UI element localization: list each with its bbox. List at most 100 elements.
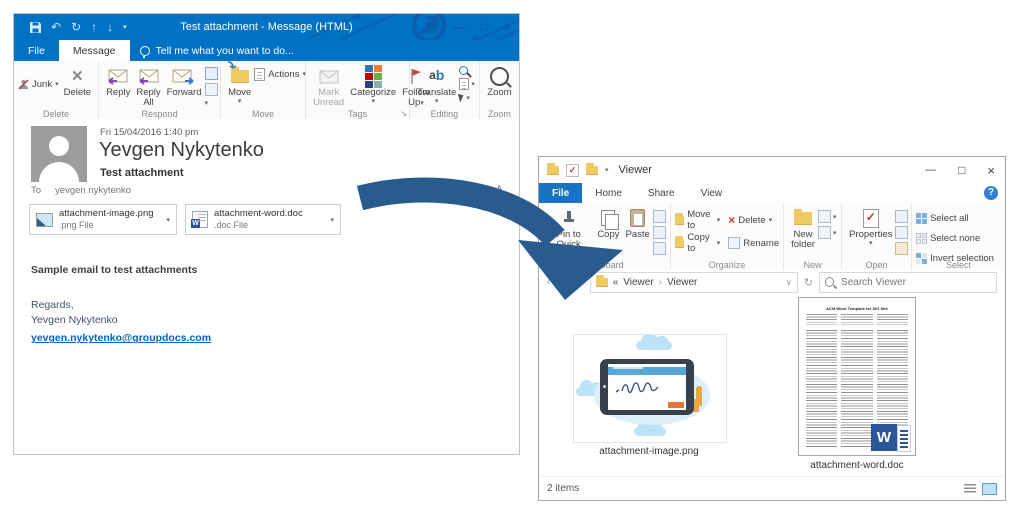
search-box[interactable] — [819, 272, 997, 293]
related-icon[interactable] — [459, 78, 469, 90]
search-input[interactable] — [839, 276, 991, 289]
tab-home[interactable]: Home — [582, 183, 635, 203]
signature-email-link[interactable]: yevgen.nykytenko@groupdocs.com — [31, 332, 211, 344]
minimize-icon[interactable]: — — [453, 20, 465, 34]
translate-button[interactable]: ab Translate ▾ — [414, 65, 459, 106]
reply-all-button[interactable]: Reply All — [133, 65, 163, 109]
address-dropdown-icon[interactable]: ∨ — [786, 278, 792, 287]
tab-message[interactable]: Message — [59, 40, 130, 61]
paste-button[interactable]: Paste — [623, 207, 653, 240]
file-item-image-thumbnail[interactable] — [573, 334, 727, 443]
categorize-caret-icon: ▾ — [371, 98, 375, 106]
zoom-button[interactable]: Zoom — [484, 65, 514, 98]
tell-me-box[interactable]: Tell me what you want to do... — [140, 40, 294, 61]
message-sender[interactable]: Yevgen Nykytenko — [99, 139, 264, 162]
breadcrumb-current[interactable]: Viewer — [667, 277, 697, 288]
easy-access-icon[interactable] — [818, 226, 831, 239]
ribbon-display-options-icon[interactable]: ▤ — [425, 20, 436, 34]
move-button[interactable]: Move ▾ — [225, 65, 254, 106]
move-to-button[interactable]: Move to ▾ — [675, 213, 720, 227]
meeting-icon[interactable] — [205, 67, 218, 80]
paste-shortcut-icon[interactable] — [653, 242, 666, 255]
file-item-word-thumbnail[interactable]: ACM Word Template for SIG Site W — [798, 297, 916, 456]
tab-view[interactable]: View — [688, 183, 736, 203]
minimize-icon[interactable]: — — [925, 164, 936, 176]
move-arrow-icon — [227, 61, 237, 71]
edit-icon[interactable] — [895, 226, 908, 239]
details-view-icon[interactable] — [964, 484, 976, 494]
qat-customize-icon[interactable]: ▾ — [605, 166, 609, 174]
up-icon[interactable]: ↑ — [578, 276, 584, 288]
move-label: Move — [228, 88, 251, 98]
move-to-icon — [675, 216, 684, 225]
file-name-word[interactable]: attachment-word.doc — [783, 460, 931, 471]
forward-icon[interactable]: › — [557, 276, 561, 288]
attachment-chip-word[interactable]: attachment-word.doc .doc File ▾ — [185, 204, 341, 235]
rename-label: Rename — [743, 238, 779, 249]
new-folder-button[interactable]: New folder — [788, 207, 818, 251]
file-name-image[interactable]: attachment-image.png — [555, 446, 743, 457]
collapse-header-chevron-icon[interactable]: ∧ — [496, 183, 503, 194]
close-icon[interactable]: × — [987, 163, 995, 178]
select-pointer-icon[interactable] — [458, 93, 465, 103]
breadcrumb-collapse-icon[interactable]: « — [613, 277, 619, 288]
mark-unread-button[interactable]: Mark Unread — [310, 65, 347, 109]
qat-folder-icon[interactable] — [586, 166, 598, 175]
copy-to-button[interactable]: Copy to ▾ — [675, 236, 720, 250]
rename-button[interactable]: Rename — [728, 236, 779, 250]
junk-button[interactable]: Junk ▾ — [18, 77, 59, 91]
select-none-button[interactable]: Select none — [916, 231, 994, 245]
tab-file[interactable]: File — [539, 183, 582, 203]
tab-share[interactable]: Share — [635, 183, 688, 203]
attachment-caret-icon[interactable]: ▾ — [330, 216, 334, 224]
recent-locations-caret-icon[interactable]: ∨ — [566, 278, 572, 287]
cloud-icon — [636, 341, 672, 350]
select-all-button[interactable]: Select all — [916, 211, 994, 225]
open-icon[interactable] — [895, 210, 908, 223]
signature-name: Yevgen Nykytenko — [31, 313, 519, 328]
delete-button[interactable]: × Delete ▾ — [728, 213, 779, 227]
back-icon[interactable]: ‹ — [547, 276, 551, 288]
junk-label: Junk — [32, 79, 52, 90]
forward-button[interactable]: Forward — [164, 65, 205, 98]
properties-button[interactable]: Properties ▾ — [846, 207, 895, 248]
help-icon[interactable]: ? — [984, 186, 998, 200]
find-icon[interactable] — [459, 66, 468, 75]
new-item-icon[interactable] — [818, 210, 831, 223]
delete-button[interactable]: × Delete — [61, 65, 94, 98]
to-recipient[interactable]: yevgen nykytenko — [55, 185, 131, 196]
word-app-icon: W — [871, 424, 911, 451]
attachment-chip-image[interactable]: attachment-image.png .png File ▾ — [29, 204, 177, 235]
breadcrumb[interactable]: « Viewer › Viewer ∨ — [590, 272, 798, 293]
actions-button[interactable]: Actions ▾ — [254, 67, 306, 81]
attachment-type: .png File — [59, 220, 160, 231]
respond-more-caret-icon[interactable]: ▾ — [205, 99, 218, 107]
history-icon[interactable] — [895, 242, 908, 255]
refresh-icon[interactable]: ↻ — [804, 276, 813, 289]
categorize-button[interactable]: Categorize ▾ — [347, 65, 399, 106]
signature-regards: Regards, — [31, 298, 519, 313]
maximize-icon[interactable]: □ — [958, 163, 965, 177]
tab-file[interactable]: File — [14, 40, 59, 61]
ribbon-group-clipboard: Pin to Quick access Copy Paste Clipboard — [539, 203, 671, 270]
to-label: To — [31, 185, 41, 196]
im-icon[interactable] — [205, 83, 218, 96]
attachment-caret-icon[interactable]: ▾ — [166, 216, 170, 224]
thumbnails-view-icon[interactable] — [982, 483, 997, 495]
cut-icon[interactable] — [653, 210, 666, 223]
qat-check-icon[interactable]: ✓ — [566, 164, 579, 177]
group-label-open: Open — [842, 260, 911, 270]
breadcrumb-root[interactable]: Viewer — [623, 277, 653, 288]
categorize-label: Categorize — [350, 88, 396, 98]
explorer-address-bar: ‹ › ∨ ↑ « Viewer › Viewer ∨ ↻ — [539, 270, 1005, 295]
close-icon[interactable]: × — [504, 20, 511, 34]
reply-button[interactable]: Reply — [103, 65, 133, 98]
breadcrumb-folder-icon — [596, 278, 608, 287]
group-label-move: Move — [221, 109, 305, 119]
copy-button[interactable]: Copy — [594, 207, 622, 240]
pin-to-quick-access-button[interactable]: Pin to Quick access — [543, 207, 594, 261]
copy-path-icon[interactable] — [653, 226, 666, 239]
maximize-icon[interactable]: □ — [481, 20, 488, 34]
group-label-organize: Organize — [671, 260, 783, 270]
copy-to-icon — [675, 239, 685, 248]
